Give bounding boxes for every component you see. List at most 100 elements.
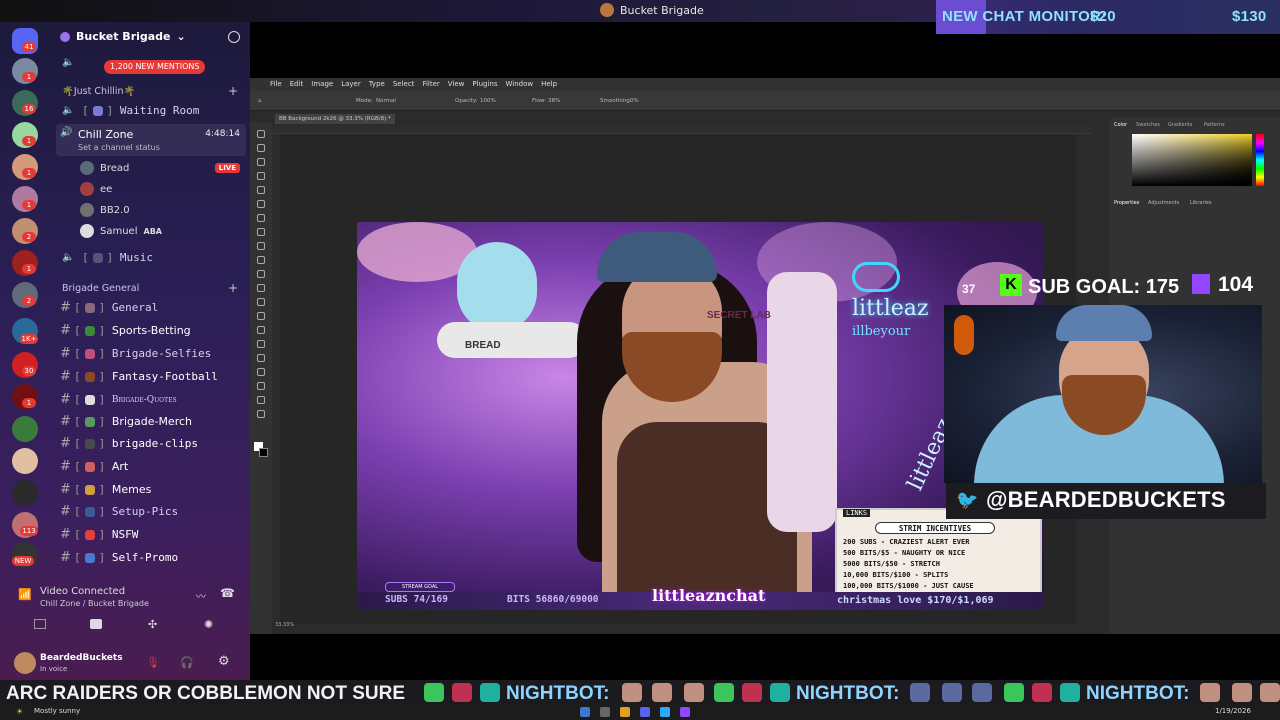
channel-fantasy-football[interactable]: #[] Fantasy-Football: [60, 369, 218, 384]
menu-view[interactable]: View: [448, 78, 465, 91]
channel-brigade-quotes[interactable]: #[] Brigade-Quotes: [60, 392, 177, 407]
channel-setup-pics[interactable]: #[] Setup-Pics: [60, 504, 178, 519]
channel-brigade-merch[interactable]: #[] Brigade-Merch: [60, 414, 192, 429]
screen-share-icon[interactable]: [90, 619, 102, 629]
tab-patterns[interactable]: Patterns: [1204, 122, 1225, 128]
disconnect-icon[interactable]: ☎: [220, 586, 235, 600]
mentions-pill[interactable]: 1,200 NEW MENTIONS: [104, 60, 206, 74]
eyedropper-tool-icon[interactable]: [257, 214, 265, 222]
channel-self-promo[interactable]: #[] Self-Promo: [60, 550, 178, 565]
menu-help[interactable]: Help: [541, 78, 557, 91]
channel-waiting-room[interactable]: [] Waiting Room: [82, 104, 199, 117]
category-brigade-general[interactable]: Brigade General: [62, 283, 139, 294]
frame-tool-icon[interactable]: [257, 200, 265, 208]
type-tool-icon[interactable]: [257, 354, 265, 362]
pen-tool-icon[interactable]: [257, 340, 265, 348]
dodge-tool-icon[interactable]: [257, 326, 265, 334]
channel-brigade-selfies[interactable]: #[] Brigade-Selfies: [60, 346, 211, 361]
channel-status-input[interactable]: Set a channel status: [78, 143, 160, 152]
avatar[interactable]: [14, 652, 36, 674]
smoothing-input[interactable]: 0%: [630, 98, 639, 104]
twitch-app-icon[interactable]: [680, 707, 690, 717]
menu-image[interactable]: Image: [311, 78, 333, 91]
channel-brigade-clips[interactable]: #[] brigade-clips: [60, 436, 198, 451]
voice-user[interactable]: Bread: [80, 161, 129, 175]
mode-select[interactable]: Normal: [376, 98, 396, 104]
weather-text[interactable]: Mostly sunny: [34, 707, 80, 715]
shape-tool-icon[interactable]: [257, 382, 265, 390]
zoom-tool-icon[interactable]: [257, 410, 265, 418]
server-icon: [600, 3, 614, 17]
menu-window[interactable]: Window: [505, 78, 533, 91]
channel-sports-betting[interactable]: #[] Sports-Betting: [60, 323, 191, 338]
hand-tool-icon[interactable]: [257, 396, 265, 404]
path-select-icon[interactable]: [257, 368, 265, 376]
add-channel-icon[interactable]: +: [228, 281, 238, 295]
tab-adjustments[interactable]: Adjustments: [1148, 200, 1179, 206]
healing-tool-icon[interactable]: [257, 228, 265, 236]
tab-gradients[interactable]: Gradients: [1168, 122, 1192, 128]
crop-tool-icon[interactable]: [257, 186, 265, 194]
start-icon[interactable]: [580, 707, 590, 717]
voice-connected-subtitle[interactable]: Chill Zone / Bucket Brigade: [40, 599, 149, 608]
mute-icon[interactable]: 🎙: [146, 656, 160, 669]
weather-icon[interactable]: ☀: [16, 707, 23, 716]
tab-libraries[interactable]: Libraries: [1190, 200, 1212, 206]
channel-nsfw[interactable]: #[] NSFW: [60, 527, 138, 542]
eraser-tool-icon[interactable]: [257, 284, 265, 292]
menu-plugins[interactable]: Plugins: [472, 78, 497, 91]
blur-tool-icon[interactable]: [257, 312, 265, 320]
home-icon[interactable]: ⌂: [258, 98, 262, 104]
history-brush-icon[interactable]: [257, 270, 265, 278]
invite-icon[interactable]: [228, 31, 240, 43]
clock-date[interactable]: 1/19/2026: [1215, 707, 1251, 715]
explorer-icon[interactable]: [620, 707, 630, 717]
menu-file[interactable]: File: [270, 78, 282, 91]
gradient-tool-icon[interactable]: [257, 298, 265, 306]
add-channel-icon[interactable]: +: [228, 84, 238, 98]
background-color-swatch[interactable]: [259, 448, 268, 457]
voice-user[interactable]: ee: [80, 182, 112, 196]
server-icon[interactable]: [12, 448, 38, 474]
lasso-tool-icon[interactable]: [257, 158, 265, 166]
menu-edit[interactable]: Edit: [290, 78, 304, 91]
noise-suppression-icon[interactable]: 〰: [196, 588, 206, 603]
document-tab[interactable]: BB Background 2k26 @ 33.3% (RGB/8) *: [275, 114, 395, 124]
category-just-chillin[interactable]: 🌴Just Chillin🌴: [62, 86, 135, 97]
gear-icon[interactable]: ⚙: [218, 654, 230, 669]
channel-general[interactable]: #[] General: [60, 300, 158, 315]
soundboard-icon[interactable]: ✺: [204, 618, 213, 631]
headset-icon[interactable]: 🎧: [180, 656, 194, 669]
discord-icon[interactable]: [640, 707, 650, 717]
flow-input[interactable]: 38%: [548, 98, 560, 104]
hat: [597, 232, 717, 282]
select-tool-icon[interactable]: [257, 172, 265, 180]
marquee-tool-icon[interactable]: [257, 144, 265, 152]
signal-icon: 📶: [18, 588, 32, 601]
channel-memes[interactable]: #[] Memes: [60, 482, 151, 497]
hue-slider[interactable]: [1256, 134, 1264, 186]
stamp-tool-icon[interactable]: [257, 256, 265, 264]
brush-tool-icon[interactable]: [257, 242, 265, 250]
menu-type[interactable]: Type: [369, 78, 385, 91]
tab-properties[interactable]: Properties: [1114, 200, 1139, 206]
menu-select[interactable]: Select: [393, 78, 415, 91]
voice-user[interactable]: BB2.0: [80, 203, 130, 217]
voice-user[interactable]: Samuel ABA: [80, 224, 162, 238]
search-icon[interactable]: [600, 707, 610, 717]
zoom-status[interactable]: 33.33%: [275, 622, 294, 628]
tab-swatches[interactable]: Swatches: [1136, 122, 1160, 128]
tab-color[interactable]: Color: [1114, 122, 1127, 128]
move-tool-icon[interactable]: [257, 130, 265, 138]
photoshop-icon[interactable]: [660, 707, 670, 717]
opacity-input[interactable]: 100%: [480, 98, 496, 104]
server-icon[interactable]: [12, 480, 38, 506]
activities-icon[interactable]: ✣: [148, 618, 157, 631]
channel-art[interactable]: #[] Art: [60, 459, 128, 474]
server-icon[interactable]: [12, 416, 38, 442]
menu-layer[interactable]: Layer: [341, 78, 361, 91]
channel-music[interactable]: [] Music: [82, 251, 153, 264]
server-name[interactable]: Bucket Brigade ⌄: [60, 30, 186, 43]
menu-filter[interactable]: Filter: [422, 78, 439, 91]
camera-off-icon[interactable]: [34, 619, 46, 629]
